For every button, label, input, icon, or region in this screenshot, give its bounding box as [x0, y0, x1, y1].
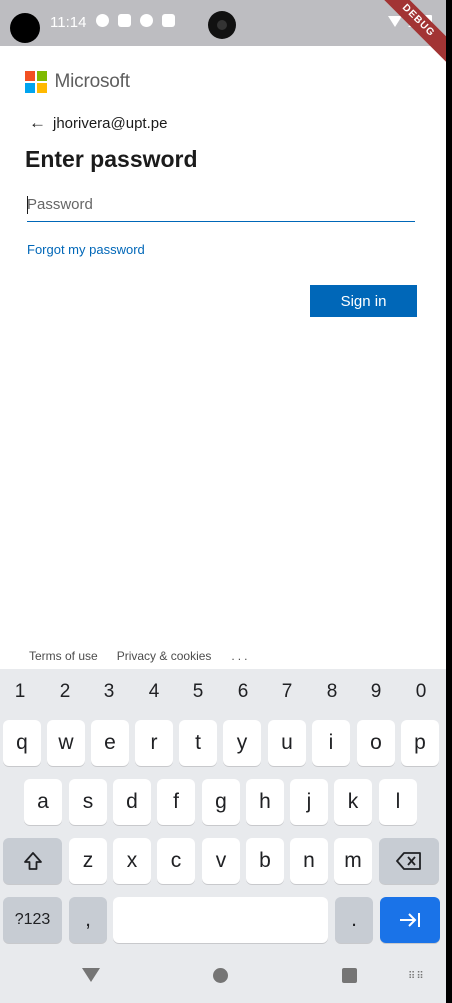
sd-card-icon: [162, 14, 175, 27]
backspace-key[interactable]: [379, 838, 439, 884]
key-m[interactable]: m: [334, 838, 372, 884]
key-0[interactable]: 0: [410, 681, 432, 703]
play-icon: [140, 14, 153, 27]
shift-icon: [23, 852, 42, 870]
key-t[interactable]: t: [179, 720, 217, 766]
nav-back-icon[interactable]: [82, 968, 100, 982]
privacy-link[interactable]: Privacy & cookies: [117, 649, 212, 663]
key-g[interactable]: g: [202, 779, 240, 825]
front-camera: [208, 11, 236, 39]
tab-next-icon: [400, 913, 420, 927]
page-title: Enter password: [25, 146, 198, 172]
period-key[interactable]: .: [335, 897, 373, 943]
logo-square-blue: [25, 82, 35, 93]
key-r[interactable]: r: [135, 720, 173, 766]
screen-edge: [446, 0, 452, 1003]
arrow-left-icon[interactable]: ←: [29, 113, 46, 133]
key-3[interactable]: 3: [98, 681, 120, 703]
key-s[interactable]: s: [69, 779, 107, 825]
key-o[interactable]: o: [357, 720, 395, 766]
key-x[interactable]: x: [113, 838, 151, 884]
key-c[interactable]: c: [157, 838, 195, 884]
keyboard-switch-icon[interactable]: ⠿⠿: [408, 971, 425, 982]
key-b[interactable]: b: [246, 838, 284, 884]
key-j[interactable]: j: [290, 779, 328, 825]
status-time: 11:14: [50, 14, 87, 31]
key-i[interactable]: i: [312, 720, 350, 766]
number-row: 1 2 3 4 5 6 7 8 9 0: [0, 681, 446, 705]
sign-in-button[interactable]: Sign in: [310, 285, 417, 317]
on-screen-keyboard: 1 2 3 4 5 6 7 8 9 0 q w e r t y u i o p …: [0, 669, 446, 954]
key-u[interactable]: u: [268, 720, 306, 766]
more-options-button[interactable]: ...: [231, 649, 250, 663]
key-7[interactable]: 7: [276, 681, 298, 703]
key-e[interactable]: e: [91, 720, 129, 766]
logo-square-red: [25, 71, 35, 82]
account-email: jhorivera@upt.pe: [53, 114, 168, 132]
phone-screen: 11:14 DEBUG Microsoft ← jhorivera@upt.pe…: [0, 0, 446, 1003]
system-nav-bar: ⠿⠿: [0, 954, 446, 1003]
nav-home-icon[interactable]: [213, 968, 228, 983]
key-p[interactable]: p: [401, 720, 439, 766]
account-back-button[interactable]: ← jhorivera@upt.pe: [29, 113, 167, 133]
microsoft-logo: Microsoft: [25, 71, 130, 93]
punch-hole: [10, 13, 40, 43]
key-k[interactable]: k: [334, 779, 372, 825]
space-bar[interactable]: [113, 897, 328, 943]
wifi-icon: [388, 16, 402, 27]
key-6[interactable]: 6: [232, 681, 254, 703]
key-y[interactable]: y: [223, 720, 261, 766]
key-l[interactable]: l: [379, 779, 417, 825]
text-cursor: [27, 196, 28, 214]
key-d[interactable]: d: [113, 779, 151, 825]
password-input[interactable]: [27, 190, 415, 218]
notification-icons: [96, 14, 175, 27]
key-a[interactable]: a: [24, 779, 62, 825]
symbols-key[interactable]: ?123: [3, 897, 62, 943]
password-field[interactable]: [27, 190, 415, 222]
next-key[interactable]: [380, 897, 440, 943]
key-h[interactable]: h: [246, 779, 284, 825]
logo-square-yellow: [36, 82, 47, 93]
key-4[interactable]: 4: [143, 681, 165, 703]
terms-link[interactable]: Terms of use: [29, 649, 98, 663]
key-8[interactable]: 8: [321, 681, 343, 703]
status-bar: 11:14 DEBUG: [0, 0, 446, 67]
key-f[interactable]: f: [157, 779, 195, 825]
microsoft-logo-icon: [25, 71, 47, 93]
key-v[interactable]: v: [202, 838, 240, 884]
backspace-icon: [396, 852, 421, 870]
forgot-password-link[interactable]: Forgot my password: [27, 242, 145, 257]
key-1[interactable]: 1: [9, 681, 31, 703]
key-9[interactable]: 9: [365, 681, 387, 703]
brand-name: Microsoft: [54, 71, 130, 92]
shift-key[interactable]: [3, 838, 62, 884]
key-2[interactable]: 2: [54, 681, 76, 703]
nav-recents-icon[interactable]: [342, 968, 357, 983]
footer-links: Terms of use Privacy & cookies ...: [29, 649, 250, 663]
logo-square-green: [36, 71, 47, 82]
key-w[interactable]: w: [47, 720, 85, 766]
key-5[interactable]: 5: [187, 681, 209, 703]
debug-banner: DEBUG: [372, 0, 446, 67]
key-n[interactable]: n: [290, 838, 328, 884]
settings-icon: [96, 14, 109, 27]
key-z[interactable]: z: [69, 838, 107, 884]
key-q[interactable]: q: [3, 720, 41, 766]
comma-key[interactable]: ,: [69, 897, 107, 943]
android-icon: [118, 14, 131, 27]
